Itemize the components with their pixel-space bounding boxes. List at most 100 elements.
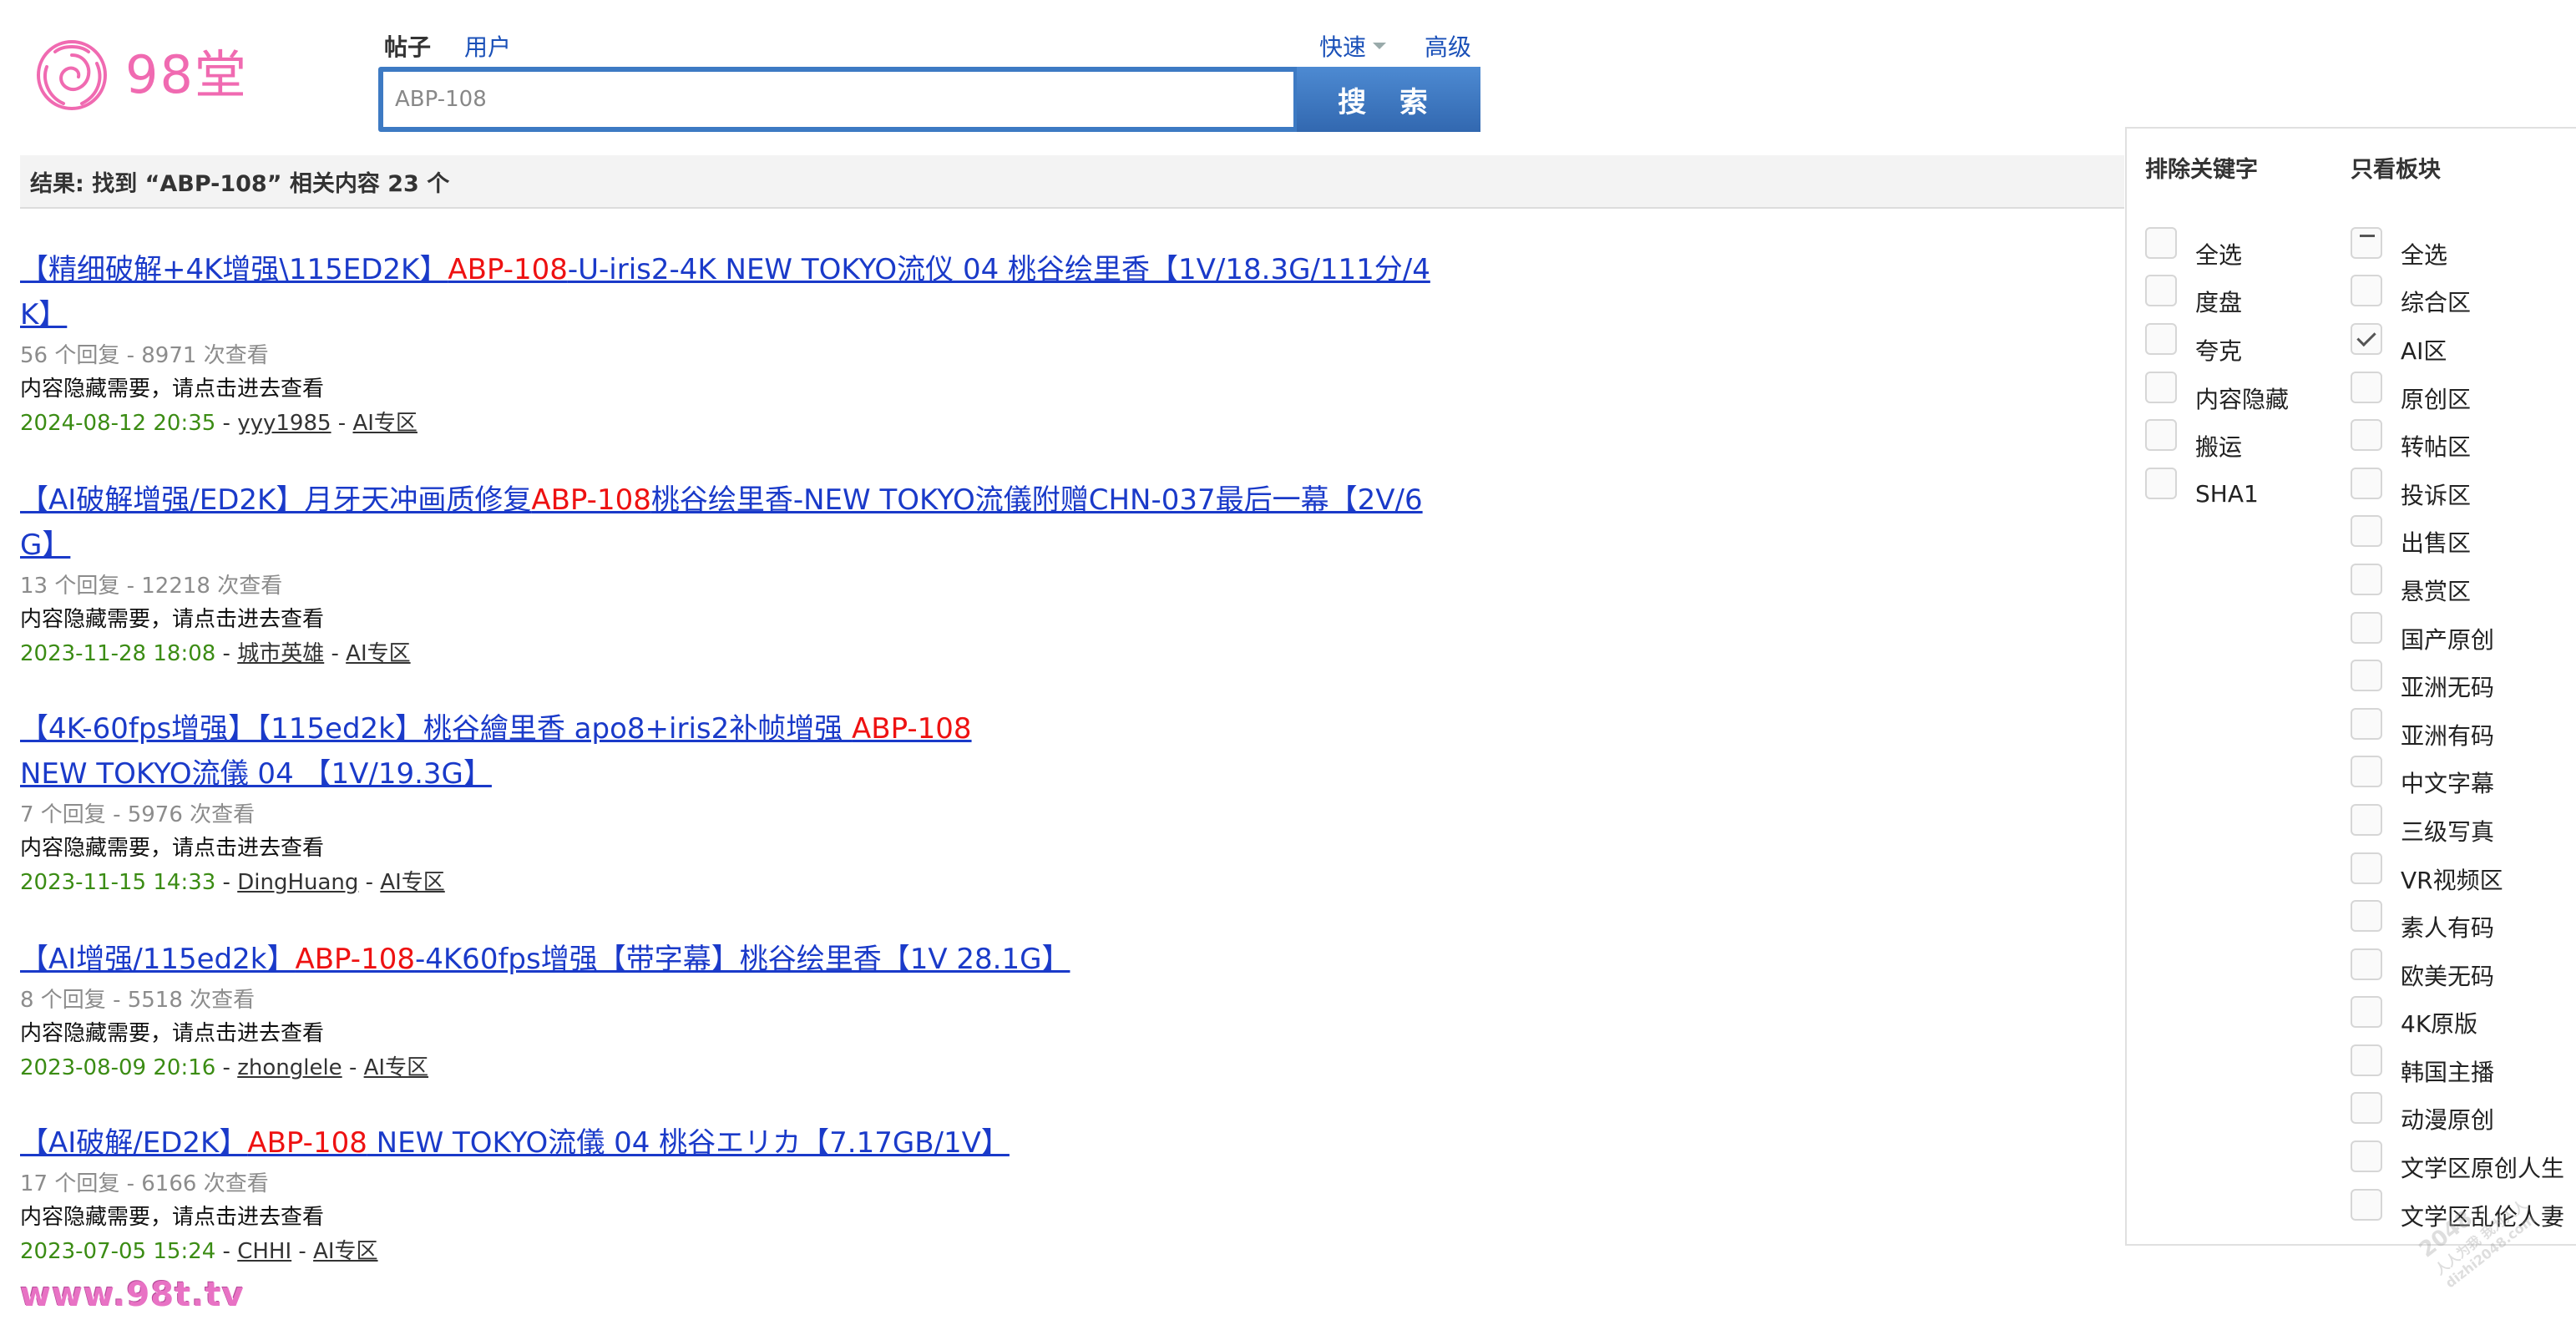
forum-option[interactable]: 亚洲无码 — [2351, 656, 2564, 705]
result-forum-link[interactable]: AI专区 — [352, 411, 417, 436]
checkbox[interactable] — [2351, 803, 2382, 836]
forum-filter-column: 只看板块 全选综合区 AI区原创区转帖区 投诉区 出售区悬赏区国产原创 亚洲无码亚洲有码… — [2351, 154, 2564, 1233]
search-input[interactable] — [383, 72, 1293, 127]
result-author-link[interactable]: DingHuang — [237, 870, 358, 895]
title-text: 【AI增强/115ed2k】 — [20, 943, 296, 976]
results-summary: 结果: 找到 “ABP-108” 相关内容 23 个 — [30, 170, 450, 197]
tab-posts[interactable]: 帖子 — [384, 29, 431, 76]
checkbox[interactable] — [2351, 996, 2382, 1029]
title-text: 【4K-60fps增强】【115ed2k】桃谷繪里香 apo8+iris2补帧增… — [20, 712, 853, 746]
result-stats: 13 个回复 - 12218 次查看 — [20, 574, 283, 599]
checkbox[interactable] — [2351, 852, 2382, 884]
result-forum-link[interactable]: AI专区 — [380, 870, 444, 895]
result-title-link[interactable]: 【AI破解/ED2K】ABP-108 NEW TOKYO流儀 04 桃谷エリカ【… — [20, 1120, 1440, 1166]
site-watermark: www.98t.tv — [20, 1276, 245, 1314]
checkbox[interactable] — [2351, 1140, 2382, 1173]
checkbox[interactable] — [2351, 1188, 2382, 1221]
result-title-link[interactable]: 【4K-60fps增强】【115ed2k】桃谷繪里香 apo8+iris2补帧增… — [20, 706, 1440, 797]
result-forum-link[interactable]: AI专区 — [313, 1239, 377, 1264]
forum-option-label: 悬赏区 — [2401, 577, 2472, 605]
checkbox[interactable] — [2351, 948, 2382, 980]
forum-option-label: 亚洲有码 — [2401, 721, 2495, 750]
result-title-link[interactable]: 【AI增强/115ed2k】ABP-108-4K60fps增强【带字幕】桃谷绘里… — [20, 937, 1440, 982]
forum-option[interactable]: 4K原版 — [2351, 994, 2564, 1042]
title-text: 【AI破解/ED2K】 — [20, 1126, 248, 1160]
forum-option[interactable]: 原创区 — [2351, 368, 2564, 417]
search-button[interactable]: 搜 索 — [1297, 67, 1480, 132]
forum-option-label: 韩国主播 — [2401, 1058, 2495, 1086]
forum-option[interactable]: 亚洲有码 — [2351, 705, 2564, 753]
checkbox[interactable] — [2351, 226, 2382, 259]
exclude-option[interactable]: 搬运 — [2145, 416, 2289, 464]
result-forum-link[interactable]: AI专区 — [346, 641, 410, 666]
forum-option[interactable]: 全选 — [2351, 224, 2564, 272]
checkbox[interactable] — [2351, 1092, 2382, 1125]
checkbox[interactable] — [2145, 467, 2177, 499]
checkbox[interactable] — [2145, 371, 2177, 403]
result-item: 【精细破解+4K增强\115ED2K】ABP-108-U-iris2-4K NE… — [20, 247, 1440, 441]
result-author-link[interactable]: zhonglele — [237, 1055, 342, 1080]
forum-option-label: 三级写真 — [2401, 817, 2495, 846]
forum-option[interactable]: 悬赏区 — [2351, 560, 2564, 609]
forum-option[interactable]: AI区 — [2351, 320, 2564, 368]
checkbox[interactable] — [2351, 707, 2382, 740]
checkbox[interactable] — [2351, 322, 2382, 355]
forum-option[interactable]: 韩国主播 — [2351, 1041, 2564, 1090]
checkbox[interactable] — [2351, 660, 2382, 692]
result-title-link[interactable]: 【AI破解增强/ED2K】月牙天冲画质修复ABP-108桃谷绘里香-NEW TO… — [20, 478, 1440, 568]
forum-option[interactable]: 文学区原创人生 — [2351, 1137, 2564, 1186]
exclude-option-label: 夸克 — [2195, 336, 2243, 365]
forum-option-label: 动漫原创 — [2401, 1106, 2495, 1135]
forum-option[interactable]: 动漫原创 — [2351, 1090, 2564, 1138]
forum-filter-heading: 只看板块 — [2351, 157, 2441, 183]
forum-option[interactable]: 投诉区 — [2351, 464, 2564, 513]
forum-option-label: 原创区 — [2401, 385, 2472, 413]
title-text: NEW TOKYO流儀 04 【1V/19.3G】 — [20, 757, 492, 791]
checkbox[interactable] — [2145, 322, 2177, 355]
forum-option[interactable]: 出售区 — [2351, 513, 2564, 561]
result-forum-link[interactable]: AI专区 — [364, 1055, 428, 1080]
forum-option-label: 素人有码 — [2401, 914, 2495, 943]
quick-search-dropdown[interactable]: 快速 — [1319, 29, 1387, 63]
checkbox[interactable] — [2351, 371, 2382, 403]
exclude-option[interactable]: SHA1 — [2145, 464, 2289, 513]
forum-option[interactable]: 国产原创 — [2351, 609, 2564, 657]
checkbox[interactable] — [2351, 419, 2382, 452]
result-author-link[interactable]: CHHI — [237, 1239, 291, 1264]
result-author-link[interactable]: 城市英雄 — [237, 641, 324, 666]
exclude-option[interactable]: 全选 — [2145, 224, 2289, 272]
checkbox[interactable] — [2351, 515, 2382, 548]
checkbox[interactable] — [2145, 419, 2177, 452]
exclude-option[interactable]: 度盘 — [2145, 272, 2289, 321]
forum-option[interactable]: 转帖区 — [2351, 416, 2564, 464]
result-author-link[interactable]: yyy1985 — [237, 411, 331, 436]
advanced-search-link[interactable]: 高级 — [1425, 29, 1471, 63]
checkbox[interactable] — [2351, 611, 2382, 644]
exclude-keywords-list: 全选 度盘夸克内容隐藏 搬运 SHA1 — [2145, 224, 2289, 513]
forum-option[interactable]: 欧美无码 — [2351, 945, 2564, 994]
forum-option[interactable]: 三级写真 — [2351, 801, 2564, 849]
search-mode-links: 快速 高级 — [1319, 25, 1471, 67]
checkbox[interactable] — [2145, 226, 2177, 259]
checkbox[interactable] — [2145, 275, 2177, 307]
forum-option-label: 全选 — [2401, 240, 2448, 269]
title-text: 【精细破解+4K增强\115ED2K】 — [20, 253, 448, 286]
checkbox[interactable] — [2351, 467, 2382, 499]
site-logo[interactable]: 98堂 — [28, 33, 254, 117]
checkbox[interactable] — [2351, 900, 2382, 933]
result-title-link[interactable]: 【精细破解+4K增强\115ED2K】ABP-108-U-iris2-4K NE… — [20, 247, 1440, 337]
checkbox[interactable] — [2351, 1044, 2382, 1076]
exclude-option[interactable]: 夸克 — [2145, 320, 2289, 368]
tab-users[interactable]: 用户 — [464, 29, 511, 63]
forum-option[interactable]: 中文字幕 — [2351, 753, 2564, 802]
forum-filter-list: 全选综合区 AI区原创区转帖区 投诉区 出售区悬赏区国产原创 亚洲无码亚洲有码中文字幕三… — [2351, 224, 2564, 1233]
checkbox[interactable] — [2351, 756, 2382, 788]
forum-option[interactable]: 综合区 — [2351, 272, 2564, 321]
exclude-option[interactable]: 内容隐藏 — [2145, 368, 2289, 417]
forum-option[interactable]: 素人有码 — [2351, 897, 2564, 945]
forum-option[interactable]: VR视频区 — [2351, 849, 2564, 898]
checkbox[interactable] — [2351, 275, 2382, 307]
result-info: 2024-08-12 20:35 - yyy1985 - AI专区 — [20, 411, 418, 436]
result-date: 2023-11-15 14:33 — [20, 870, 216, 895]
checkbox[interactable] — [2351, 563, 2382, 595]
